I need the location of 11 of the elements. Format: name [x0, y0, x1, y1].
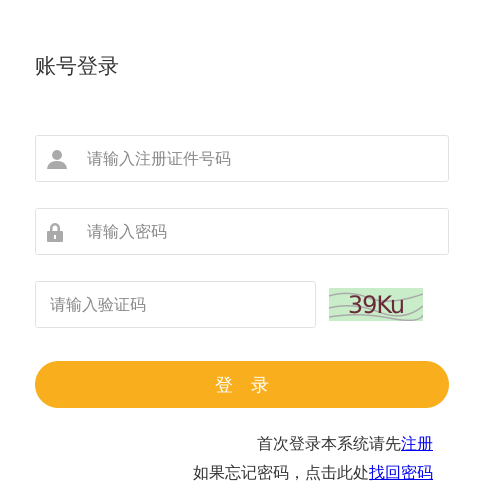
link[interactable]: 注册 [401, 434, 433, 453]
page-title: 账号登录 [35, 53, 120, 80]
captcha-image[interactable]: 39Ku [329, 288, 423, 321]
input-field[interactable]: 请输入密码 [35, 208, 449, 255]
input-field[interactable]: 请输入注册证件号码 [35, 135, 449, 182]
hint-text: 首次登录本系统请先注册 [257, 434, 433, 455]
user-icon [47, 148, 67, 168]
lock-icon [47, 222, 63, 242]
hint-text: 如果忘记密码，点击此处找回密码 [193, 463, 433, 484]
captcha-field[interactable]: 请输入验证码 [35, 281, 316, 328]
link[interactable]: 找回密码 [369, 463, 433, 482]
